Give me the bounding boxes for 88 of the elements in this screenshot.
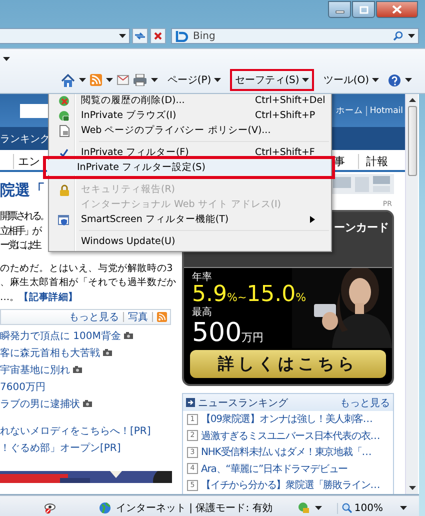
command-menu-button[interactable]: セーフティ(S): [230, 69, 314, 91]
article-text: 開票される。: [0, 210, 48, 224]
dropdown-caret-icon[interactable]: [119, 34, 126, 38]
category-tab[interactable]: エン: [13, 154, 40, 169]
section-link[interactable]: 写真: [128, 310, 148, 324]
zoom-button[interactable]: 100%: [337, 502, 395, 514]
bing-logo-icon: [175, 30, 189, 42]
address-field[interactable]: [0, 28, 130, 44]
dropdown-caret-icon[interactable]: [400, 506, 407, 510]
search-icon[interactable]: [393, 31, 403, 41]
help-icon[interactable]: [388, 74, 401, 86]
home-icon[interactable]: [61, 74, 76, 86]
news-link[interactable]: 瞬発力で頂点に 100M背金: [0, 328, 121, 342]
menu-item[interactable]: InPrivate フィルター(F) Ctrl+Shift+F: [51, 145, 329, 160]
document-icon: [58, 124, 70, 136]
article-text: 立相手」が: [0, 224, 40, 238]
ranking-title: ニュースランキング: [198, 396, 289, 410]
ranking-link[interactable]: Ara、“華麗に”日本ドラマデビュー: [201, 462, 348, 476]
ad-text: 最高: [192, 306, 212, 319]
header-link[interactable]: Hotmail: [370, 106, 403, 116]
security-zone-text: インターネット | 保護モード: 有効: [116, 502, 272, 515]
ranking-link[interactable]: NHK受信料未払いはダメ！東京地裁「…: [201, 445, 372, 460]
command-menu-button[interactable]: ツール(O): [318, 69, 384, 91]
shield-window-icon: [58, 214, 70, 226]
scrollbar[interactable]: [405, 94, 418, 494]
scroll-up-arrow-icon[interactable]: [408, 98, 416, 102]
scroll-down-arrow-icon[interactable]: [408, 486, 416, 490]
dropdown-caret-icon[interactable]: [79, 78, 86, 82]
news-link[interactable]: 宇宙基地に別れ: [0, 362, 70, 376]
news-link[interactable]: 7600万円: [0, 380, 46, 394]
padlock-icon: [58, 184, 70, 196]
category-tab[interactable]: 計報: [358, 154, 388, 169]
globe-icon: [99, 502, 111, 514]
ad-text: 年率: [192, 271, 212, 284]
more-link[interactable]: もっと見る: [340, 396, 390, 410]
ad-details-button[interactable]: 詳しくはこちら: [190, 350, 386, 378]
maximize-icon: [358, 6, 368, 14]
article-text: ー党には生: [0, 239, 40, 253]
caret-icon: [372, 78, 379, 82]
globe-with-x-icon: [58, 94, 70, 106]
header-link[interactable]: ホーム: [336, 104, 363, 116]
globe-icon: [58, 110, 70, 122]
arrow-icon: [186, 398, 195, 407]
mail-icon[interactable]: [117, 75, 130, 85]
menu-item[interactable]: Web ページのプライバシー ポリシー(V)...: [51, 123, 329, 138]
scrollbar-thumb[interactable]: [408, 106, 416, 176]
ranking-link[interactable]: 【09衆院選】オンナは強し！美人刺客…: [201, 412, 372, 426]
article-detail-link[interactable]: 【記事詳細】: [19, 292, 78, 302]
dropdown-caret-icon[interactable]: [405, 78, 412, 82]
stop-button[interactable]: [150, 28, 166, 44]
dropdown-caret-icon[interactable]: [106, 78, 114, 82]
menu-item[interactable]: InPrivate フィルター設定(S): [47, 160, 331, 175]
news-link[interactable]: 客に森元首相も大苦戦: [0, 346, 100, 360]
ad-link[interactable]: れないメロディをこちらへ！[PR]: [0, 424, 151, 441]
dropdown-caret-icon[interactable]: [315, 506, 322, 510]
ad-title: ーンカード: [334, 220, 389, 235]
article-text: 、麻生太郎首相が「それでも過半数だか: [0, 276, 176, 290]
headline[interactable]: 院選「: [0, 180, 45, 200]
ranking-link[interactable]: 過激すぎるミスユニバース日本代表の衣…: [201, 428, 380, 443]
ad-rate: 5.9%~15.0%: [192, 284, 306, 306]
refresh-button[interactable]: [132, 28, 148, 44]
close-icon: [153, 31, 163, 41]
category-tab[interactable]: 事: [334, 154, 345, 169]
ad-amount: 500万円: [192, 319, 264, 347]
close-icon: [392, 5, 402, 14]
article-text: …。: [0, 292, 20, 302]
maximize-button[interactable]: [352, 1, 375, 18]
ranking-link[interactable]: 【イチから分かる】衆院選「勝敗ライン…: [201, 478, 380, 492]
privacy-eye-icon[interactable]: [44, 502, 56, 514]
site-search-field[interactable]: [20, 104, 48, 118]
section-link[interactable]: もっと見る: [69, 310, 119, 324]
command-menu-button[interactable]: ページ(P): [162, 69, 226, 91]
article-text: のためだ。とはいえ、与党が解散時の3: [0, 262, 173, 276]
menu-item[interactable]: 閲覧の履歴の削除(D)... Ctrl+Shift+Del: [51, 94, 329, 108]
minimize-button[interactable]: [328, 1, 351, 18]
dropdown-caret-icon[interactable]: [151, 78, 158, 82]
zoom-icon: [342, 503, 352, 513]
news-link[interactable]: ラブの男に逮捕状: [0, 396, 80, 410]
caret-icon: [214, 78, 222, 82]
close-button[interactable]: [376, 1, 418, 18]
ad-link[interactable]: ！ぐるめ部」オープン[PR]: [0, 441, 151, 458]
menu-item[interactable]: InPrivate ブラウズ(I) Ctrl+Shift+P: [51, 108, 329, 123]
dropdown-caret-icon[interactable]: [408, 34, 415, 38]
printer-icon[interactable]: [133, 74, 148, 86]
caret-icon: [302, 78, 310, 82]
dropdown-caret-icon[interactable]: [3, 57, 10, 61]
refresh-icon: [134, 31, 146, 41]
search-field[interactable]: Bing: [171, 28, 419, 44]
